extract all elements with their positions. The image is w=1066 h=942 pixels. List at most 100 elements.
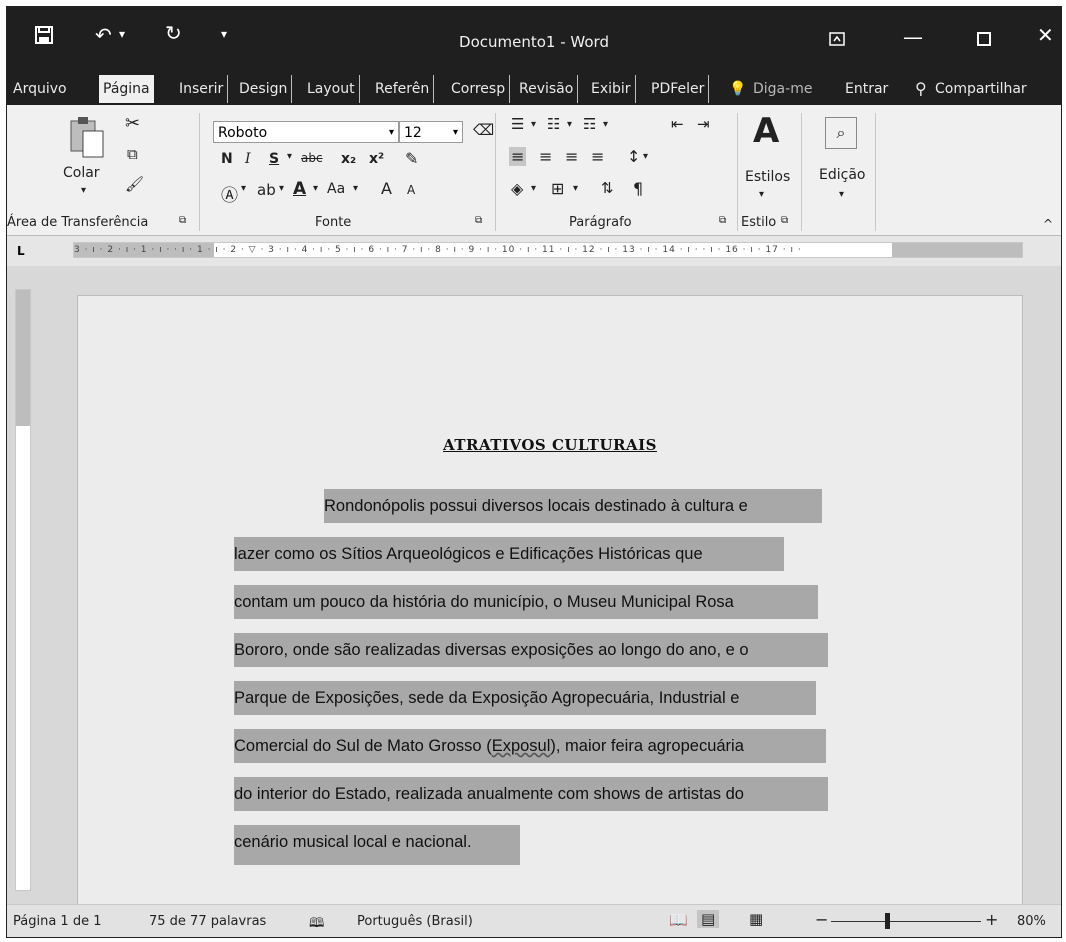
zoom-level[interactable]: 80% — [1017, 914, 1046, 929]
line-spacing-icon[interactable]: ↕ — [627, 147, 640, 166]
shrink-font-button[interactable]: A — [407, 183, 415, 197]
minimize-icon[interactable]: — — [903, 25, 923, 49]
chevron-down-icon[interactable]: ▾ — [643, 151, 648, 162]
document-page[interactable]: ATRATIVOS CULTURAIS Rondonópolis possui … — [77, 295, 1023, 927]
tab-layout[interactable]: Layout — [307, 75, 360, 103]
paragraph-launcher-icon[interactable]: ⧉ — [719, 215, 726, 226]
paste-label[interactable]: Colar — [63, 165, 100, 181]
proofing-icon[interactable]: 🕮 — [309, 914, 324, 936]
language-indicator[interactable]: Português (Brasil) — [357, 914, 473, 929]
numbering-icon[interactable]: ☷ — [547, 115, 560, 133]
paste-dropdown-icon[interactable]: ▾ — [81, 185, 86, 196]
tab-referencias[interactable]: Referên — [375, 75, 435, 103]
text-effects-icon[interactable]: Ⓐ — [221, 181, 238, 206]
tab-pdfelement[interactable]: PDFeler — [651, 75, 710, 103]
align-center-icon[interactable]: ≡ — [539, 147, 552, 166]
copy-icon[interactable]: ⧉ — [127, 145, 138, 163]
bullets-icon[interactable]: ☰ — [511, 115, 524, 133]
subscript-button[interactable]: x₂ — [341, 151, 356, 167]
multilevel-list-icon[interactable]: ☶ — [583, 115, 596, 133]
paragraph-line[interactable]: contam um pouco da história do município… — [234, 593, 734, 612]
clear-formatting-icon[interactable]: ⌫ — [473, 121, 494, 139]
styles-launcher-icon[interactable]: ⧉ — [781, 215, 788, 226]
signin-link[interactable]: Entrar — [845, 75, 888, 103]
chevron-down-icon[interactable]: ▾ — [531, 183, 536, 194]
justify-icon[interactable]: ≡ — [591, 147, 604, 166]
zoom-slider[interactable] — [831, 921, 981, 922]
grow-font-button[interactable]: A — [381, 179, 392, 198]
increase-indent-icon[interactable]: ⇥ — [697, 115, 710, 133]
tab-revisao[interactable]: Revisão — [519, 75, 579, 103]
word-count[interactable]: 75 de 77 palavras — [149, 914, 266, 929]
chevron-down-icon[interactable]: ▾ — [531, 119, 536, 130]
chevron-down-icon[interactable]: ▾ — [241, 183, 246, 194]
align-left-icon[interactable]: ≡ — [509, 147, 527, 166]
zoom-out-icon[interactable]: − — [815, 910, 828, 929]
tab-correspondencias[interactable]: Corresp — [451, 75, 511, 103]
bold-button[interactable]: N — [221, 151, 233, 167]
text-highlight-icon[interactable]: ab — [257, 181, 276, 199]
tab-arquivo[interactable]: Arquivo — [13, 75, 67, 103]
paste-icon[interactable] — [69, 115, 105, 163]
chevron-down-icon[interactable]: ▾ — [353, 183, 358, 194]
page-count[interactable]: Página 1 de 1 — [13, 914, 101, 929]
sort-icon[interactable]: ⇅ — [601, 179, 614, 197]
spelling-error-word[interactable]: Exposul — [492, 737, 551, 755]
underline-dropdown-icon[interactable]: ▾ — [287, 151, 292, 162]
show-marks-button[interactable]: ¶ — [633, 179, 643, 198]
clipboard-launcher-icon[interactable]: ⧉ — [179, 215, 186, 226]
paragraph-line[interactable]: Bororo, onde são realizadas diversas exp… — [234, 641, 749, 660]
borders-icon[interactable]: ⊞ — [551, 179, 564, 198]
search-icon[interactable]: ⌕ — [825, 117, 857, 149]
ribbon-display-icon[interactable] — [829, 27, 845, 51]
tab-exibir[interactable]: Exibir — [591, 75, 636, 103]
highlight-eraser-icon[interactable]: ✎ — [405, 149, 418, 168]
underline-button[interactable]: S — [269, 151, 279, 167]
change-case-button[interactable]: Aa — [327, 181, 345, 197]
align-right-icon[interactable]: ≡ — [565, 147, 578, 166]
chevron-down-icon[interactable]: ▾ — [453, 122, 458, 144]
paragraph-line[interactable]: lazer como os Sítios Arqueológicos e Edi… — [234, 545, 703, 564]
paragraph-line[interactable]: cenário musical local e nacional. — [234, 833, 472, 852]
italic-button[interactable]: I — [245, 151, 251, 167]
superscript-button[interactable]: x² — [369, 151, 384, 167]
font-launcher-icon[interactable]: ⧉ — [475, 215, 482, 226]
print-layout-icon[interactable]: ▤ — [697, 910, 720, 928]
font-name-combo[interactable]: Roboto ▾ — [213, 121, 399, 143]
chevron-down-icon[interactable]: ▾ — [567, 119, 572, 130]
font-color-icon[interactable]: A — [293, 179, 306, 199]
share-button[interactable]: Compartilhar — [935, 75, 1027, 103]
zoom-slider-thumb[interactable] — [885, 913, 890, 929]
maximize-icon[interactable] — [977, 27, 991, 51]
paragraph-line[interactable]: Comercial do Sul de Mato Grosso (Exposul… — [234, 737, 744, 756]
paragraph-line[interactable]: Rondonópolis possui diversos locais dest… — [324, 497, 748, 516]
vertical-ruler[interactable] — [15, 289, 31, 891]
chevron-down-icon[interactable]: ▾ — [389, 122, 394, 144]
close-icon[interactable]: ✕ — [1037, 23, 1054, 47]
zoom-in-icon[interactable]: + — [985, 910, 998, 929]
chevron-down-icon[interactable]: ▾ — [313, 183, 318, 194]
tell-me-box[interactable]: Diga-me — [753, 75, 812, 103]
editing-button[interactable]: Edição — [819, 167, 865, 183]
collapse-ribbon-icon[interactable]: ^ — [1043, 217, 1053, 231]
shading-icon[interactable]: ◈ — [511, 179, 523, 198]
tab-pagina[interactable]: Página — [99, 75, 154, 103]
cut-icon[interactable]: ✂ — [125, 113, 140, 134]
read-mode-icon[interactable]: 📖 — [669, 911, 688, 929]
paragraph-line[interactable]: do interior do Estado, realizada anualme… — [234, 785, 744, 804]
chevron-down-icon[interactable]: ▾ — [839, 189, 844, 200]
strikethrough-button[interactable]: abc — [301, 151, 323, 165]
tab-design[interactable]: Design — [239, 75, 293, 103]
format-painter-icon[interactable]: 🖌 — [125, 175, 144, 193]
web-layout-icon[interactable]: ▦ — [749, 910, 763, 928]
styles-button[interactable]: Estilos — [745, 169, 790, 185]
chevron-down-icon[interactable]: ▾ — [603, 119, 608, 130]
styles-icon[interactable]: A — [753, 111, 779, 151]
chevron-down-icon[interactable]: ▾ — [759, 189, 764, 200]
tab-inserir[interactable]: Inserir — [179, 75, 229, 103]
document-heading[interactable]: ATRATIVOS CULTURAIS — [78, 436, 1022, 454]
tab-selector-icon[interactable]: L — [17, 244, 25, 258]
decrease-indent-icon[interactable]: ⇤ — [671, 115, 684, 133]
horizontal-ruler[interactable]: 3 · ı · 2 · ı · 1 · ı · · ı · 1 · ı · 2 … — [73, 242, 1023, 258]
chevron-down-icon[interactable]: ▾ — [573, 183, 578, 194]
